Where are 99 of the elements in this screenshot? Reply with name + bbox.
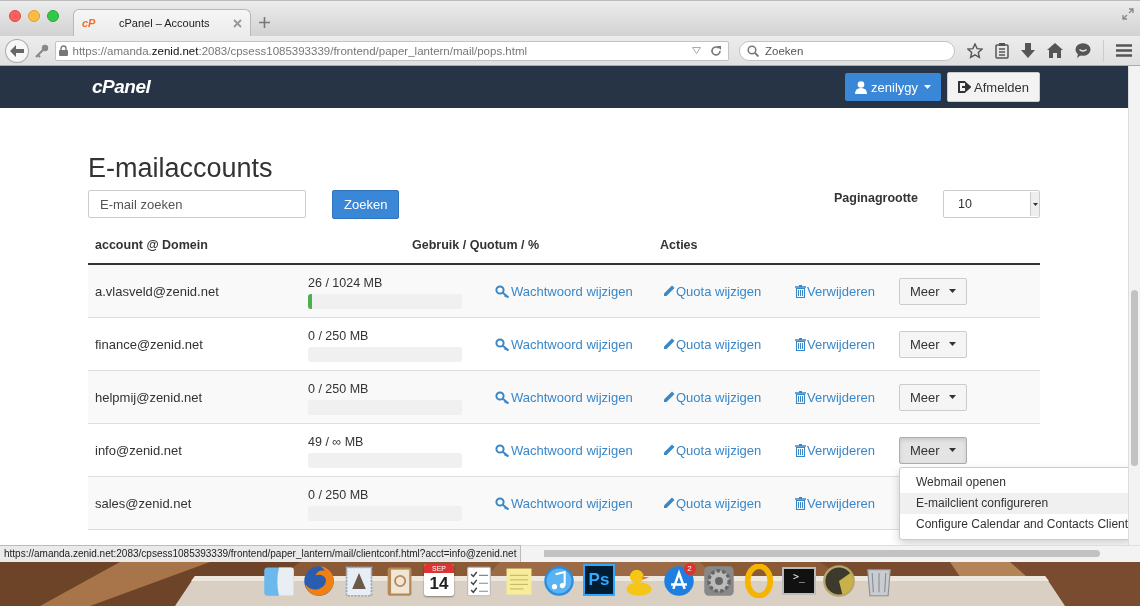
action-link[interactable]: Quota wijzigen xyxy=(663,389,795,405)
status-url: https://amanda.zenid.net:2083/cpsess1085393339/frontend/paper_lantern/mail/clientconf.html?acct=info@zenid.net xyxy=(0,545,522,563)
home-icon[interactable] xyxy=(1047,43,1064,58)
scrollbar-thumb[interactable] xyxy=(544,550,1100,557)
user-menu-button[interactable]: zenilygy xyxy=(845,73,942,101)
action-link[interactable]: Verwijderen xyxy=(795,495,899,511)
search-field[interactable]: Zoeken xyxy=(739,40,956,61)
action-link[interactable]: Wachtwoord wijzigen xyxy=(495,283,663,299)
trash-icon xyxy=(795,337,806,351)
arrow-left-icon xyxy=(9,44,24,57)
column-header: account @ Domein xyxy=(94,238,209,252)
close-icon[interactable] xyxy=(233,18,242,28)
chat-icon[interactable] xyxy=(1075,43,1092,58)
page-size-label: Paginagrootte xyxy=(833,191,918,205)
close-window-button[interactable] xyxy=(9,10,21,22)
back-button[interactable] xyxy=(5,38,29,63)
exit-icon xyxy=(958,81,972,93)
trash-icon xyxy=(795,443,806,457)
favicon-logo: cP xyxy=(82,17,96,29)
pencil-icon xyxy=(663,444,675,456)
dock-app-button[interactable]: >_ xyxy=(780,564,818,604)
action-link[interactable]: Wachtwoord wijzigen xyxy=(495,336,663,352)
caret-icon xyxy=(948,395,956,399)
action-link[interactable]: Wachtwoord wijzigen xyxy=(495,442,663,458)
usage-text: 26 / 1024 MB xyxy=(308,276,384,290)
menu-icon[interactable] xyxy=(1116,44,1132,57)
star-icon[interactable] xyxy=(967,42,984,59)
action-link[interactable]: Quota wijzigen xyxy=(663,442,795,458)
column-header: Acties xyxy=(660,238,698,252)
column-header: Gebruik / Quotum / % xyxy=(412,238,541,252)
account-email: info@zenid.net xyxy=(94,442,183,458)
usage-text: 49 / ∞ MB xyxy=(308,435,365,449)
gear-icon xyxy=(702,564,736,598)
search-field[interactable]: E-mail zoeken xyxy=(88,190,306,218)
action-link[interactable]: Verwijderen xyxy=(795,336,899,352)
expand-icon[interactable] xyxy=(1122,8,1134,20)
usage-text: 0 / 250 MB xyxy=(308,382,370,396)
music-note-icon xyxy=(542,564,576,598)
account-email: helpmij@zenid.net xyxy=(94,389,204,405)
caret-icon xyxy=(924,85,932,89)
page-title: E-mailaccounts xyxy=(88,152,274,184)
search-button[interactable]: Zoeken xyxy=(332,190,400,219)
address-bar[interactable]: https://amanda.zenid.net:2083/cpsess1085393339/frontend/paper_lantern/mail/pops.html xyxy=(54,40,730,61)
pencil-icon xyxy=(663,497,675,509)
action-link[interactable]: Verwijderen xyxy=(795,283,899,299)
lock-icon xyxy=(58,45,68,56)
account-email: a.vlasveld@zenid.net xyxy=(94,283,220,299)
more-button[interactable]: Meer xyxy=(899,383,967,411)
account-email: finance@zenid.net xyxy=(94,336,204,352)
menu-item[interactable]: E-mailclient configureren xyxy=(900,492,1128,514)
menu-item[interactable]: Webmail openen xyxy=(900,471,1128,493)
action-link[interactable]: Quota wijzigen xyxy=(663,283,795,299)
key-icon xyxy=(495,337,510,351)
browser-tab[interactable]: cP cPanel – Accounts xyxy=(73,9,251,36)
terminal-icon: >_ xyxy=(782,567,816,595)
action-link[interactable]: Quota wijzigen xyxy=(663,495,795,511)
key-icon xyxy=(495,496,510,510)
usage-text: 0 / 250 MB xyxy=(308,329,370,343)
caret-icon xyxy=(1030,192,1039,216)
trash-icon xyxy=(795,496,806,510)
compass-icon xyxy=(662,564,696,598)
caret-icon xyxy=(948,289,956,293)
trash-icon xyxy=(795,390,806,404)
usage-text: 0 / 250 MB xyxy=(308,488,370,502)
more-button[interactable]: Meer xyxy=(899,277,967,305)
clipboard-icon[interactable] xyxy=(995,42,1010,59)
pencil-icon xyxy=(663,338,675,350)
key-icon xyxy=(495,284,510,298)
ring-icon xyxy=(742,564,776,598)
dock-app-button[interactable]: 2 xyxy=(660,564,698,604)
action-link[interactable]: Verwijderen xyxy=(795,442,899,458)
reload-icon[interactable] xyxy=(710,44,723,57)
logout-button[interactable]: Afmelden xyxy=(947,72,1040,102)
action-link[interactable]: Verwijderen xyxy=(795,389,899,405)
download-icon[interactable] xyxy=(1021,42,1036,59)
logo[interactable]: cPanel xyxy=(92,76,151,98)
pencil-icon xyxy=(663,285,675,297)
pencil-icon xyxy=(663,391,675,403)
key-icon xyxy=(495,390,510,404)
action-link[interactable]: Wachtwoord wijzigen xyxy=(495,389,663,405)
account-email: sales@zenid.net xyxy=(94,495,193,511)
more-button[interactable]: Meer xyxy=(899,436,967,464)
plus-icon[interactable] xyxy=(259,17,270,28)
key-icon[interactable] xyxy=(34,43,49,58)
caret-icon xyxy=(948,448,956,452)
app-tile-icon: Ps xyxy=(583,564,615,596)
scrollbar-thumb[interactable] xyxy=(1131,290,1138,466)
dock-app-button[interactable]: Ps xyxy=(580,564,618,604)
page-size-select[interactable]: 10 xyxy=(943,190,1040,218)
user-icon xyxy=(855,80,868,94)
split-square-icon xyxy=(262,564,296,598)
globe-icon xyxy=(302,564,336,598)
menu-item[interactable]: Configure Calendar and Contacts Client xyxy=(900,513,1128,535)
caret-icon xyxy=(948,342,956,346)
trash-icon xyxy=(795,284,806,298)
key-icon xyxy=(495,443,510,457)
action-link[interactable]: Quota wijzigen xyxy=(663,336,795,352)
action-link[interactable]: Wachtwoord wijzigen xyxy=(495,495,663,511)
more-button[interactable]: Meer xyxy=(899,330,967,358)
